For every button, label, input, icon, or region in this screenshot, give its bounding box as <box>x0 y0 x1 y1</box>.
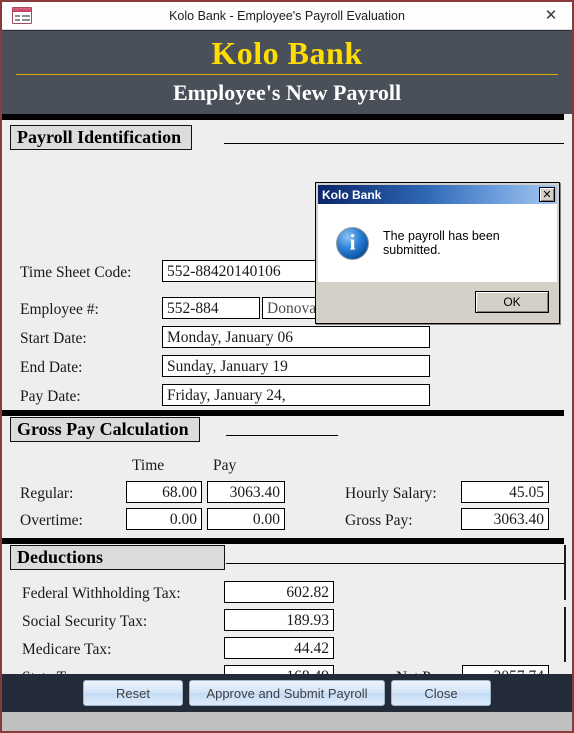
separator-bar-top <box>2 113 564 120</box>
hourly-salary-input[interactable]: 45.05 <box>461 480 549 503</box>
bank-name: Kolo Bank <box>211 35 363 71</box>
information-icon <box>336 226 369 260</box>
gross-pay-label: Gross Pay: <box>345 511 413 529</box>
section-title-deductions: Deductions <box>10 544 225 570</box>
pay-date-input[interactable]: Friday, January 24, <box>162 383 430 406</box>
form-title: Employee's New Payroll <box>172 79 402 105</box>
overtime-pay-input[interactable]: 0.00 <box>207 507 285 530</box>
social-security-tax-label: Social Security Tax: <box>22 612 148 630</box>
edge-tick <box>564 544 566 600</box>
time-sheet-code-label: Time Sheet Code: <box>20 263 132 281</box>
end-date-input[interactable]: Sunday, January 19 <box>162 354 430 377</box>
regular-pay-input[interactable]: 3063.40 <box>207 480 285 503</box>
access-form-icon <box>12 6 32 25</box>
column-header-pay: Pay <box>213 456 237 474</box>
footer-bar: Reset Approve and Submit Payroll Close <box>2 674 572 731</box>
end-date-label: End Date: <box>20 358 83 376</box>
hourly-salary-label: Hourly Salary: <box>345 484 437 502</box>
section-title-gross-pay: Gross Pay Calculation <box>10 416 200 442</box>
column-header-time: Time <box>132 456 165 474</box>
federal-withholding-tax-input[interactable]: 602.82 <box>224 580 334 603</box>
start-date-input[interactable]: Monday, January 06 <box>162 325 430 348</box>
section-gross-pay-calculation: Gross Pay Calculation <box>2 416 572 443</box>
dialog-content: The payroll has been submitted. <box>318 204 557 282</box>
employee-number-label: Employee #: <box>20 300 99 318</box>
section-deductions: Deductions <box>2 544 572 571</box>
reset-button[interactable]: Reset <box>83 680 183 706</box>
section-rule <box>226 434 338 436</box>
section-title-payroll-identification: Payroll Identification <box>10 124 193 150</box>
action-button-strip: Reset Approve and Submit Payroll Close <box>2 674 572 712</box>
dialog-title: Kolo Bank <box>322 187 382 202</box>
pay-date-label: Pay Date: <box>20 387 81 405</box>
employee-number-input[interactable]: 552-884 <box>162 296 260 319</box>
social-security-tax-input[interactable]: 189.93 <box>224 608 334 631</box>
dialog-message: The payroll has been submitted. <box>383 229 500 257</box>
title-bar: Kolo Bank - Employee's Payroll Evaluatio… <box>2 2 572 30</box>
federal-withholding-tax-label: Federal Withholding Tax: <box>22 584 181 602</box>
dialog-close-icon[interactable]: ✕ <box>539 187 555 202</box>
dialog-ok-button[interactable]: OK <box>475 291 549 313</box>
form-banner: Kolo Bank Employee's New Payroll <box>2 30 572 114</box>
start-date-label: Start Date: <box>20 329 87 347</box>
section-rule <box>224 142 564 144</box>
regular-time-input[interactable]: 68.00 <box>126 480 202 503</box>
dialog-footer: OK <box>318 284 557 321</box>
separator-bar-gross <box>2 409 564 416</box>
approve-and-submit-payroll-button[interactable]: Approve and Submit Payroll <box>189 680 385 706</box>
overtime-time-input[interactable]: 0.00 <box>126 507 202 530</box>
message-dialog: Kolo Bank ✕ The payroll has been submitt… <box>315 182 560 324</box>
gross-pay-value: 3063.40 <box>461 507 549 530</box>
close-button[interactable]: Close <box>391 680 491 706</box>
edge-tick <box>564 606 566 662</box>
dialog-title-bar: Kolo Bank ✕ <box>318 185 557 204</box>
separator-bar-deductions <box>2 537 564 544</box>
close-icon[interactable]: ✕ <box>540 5 562 27</box>
medicare-tax-label: Medicare Tax: <box>22 640 112 658</box>
regular-label: Regular: <box>20 484 74 502</box>
medicare-tax-input[interactable]: 44.42 <box>224 636 334 659</box>
section-rule <box>226 562 564 564</box>
application-window: Kolo Bank - Employee's Payroll Evaluatio… <box>0 0 574 733</box>
overtime-label: Overtime: <box>20 511 83 529</box>
section-payroll-identification: Payroll Identification <box>2 124 572 151</box>
window-title: Kolo Bank - Employee's Payroll Evaluatio… <box>169 8 405 23</box>
